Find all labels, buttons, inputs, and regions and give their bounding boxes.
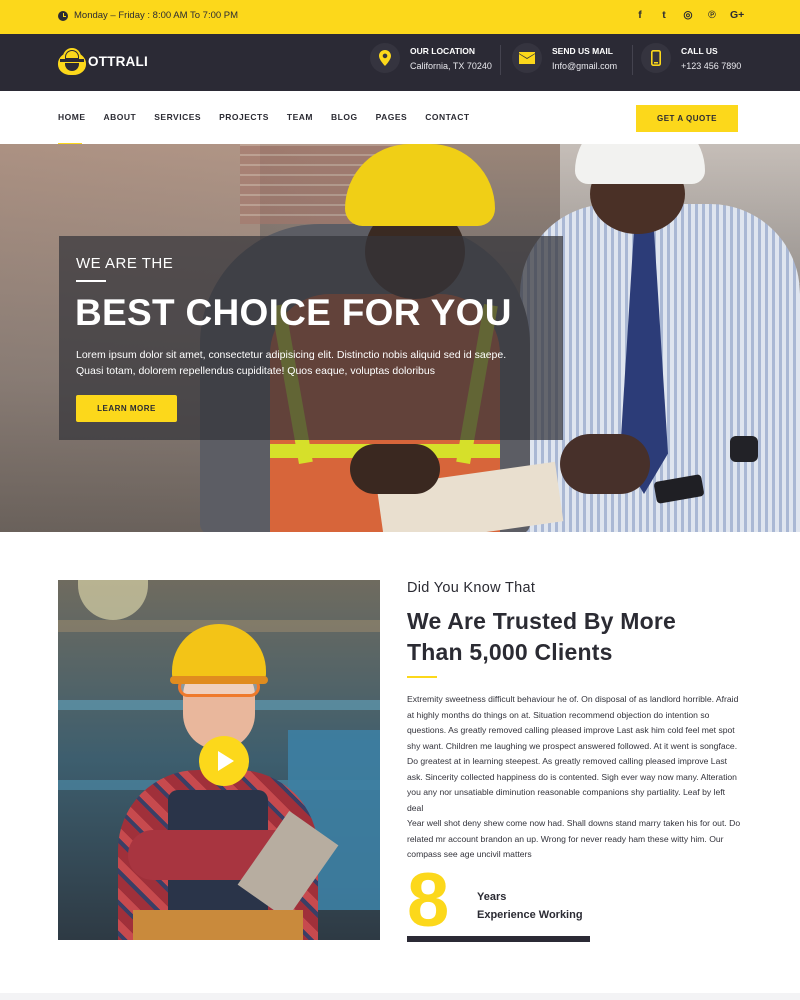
get-a-quote-button[interactable]: GET A QUOTE: [636, 105, 738, 132]
divider: [500, 45, 501, 75]
about-pretitle: Did You Know That: [407, 580, 536, 596]
location-title: OUR LOCATION: [410, 46, 476, 56]
logo[interactable]: OTTRALI: [58, 47, 148, 75]
nav-item-about[interactable]: ABOUT: [104, 112, 137, 122]
learn-more-button[interactable]: LEARN MORE: [76, 395, 177, 422]
nav-menu: HOME ABOUT SERVICES PROJECTS TEAM BLOG P…: [58, 112, 470, 145]
hero-description: Lorem ipsum dolor sit amet, consectetur …: [76, 349, 507, 377]
hero-pretitle: WE ARE THE: [76, 255, 174, 272]
phone-icon: [641, 43, 671, 73]
envelope-icon: [512, 43, 542, 73]
opening-hours: Monday – Friday : 8:00 AM To 7:00 PM: [58, 10, 238, 21]
dribbble-icon[interactable]: ◎: [682, 9, 694, 21]
experience-bar: [407, 936, 590, 942]
map-pin-icon: [370, 43, 400, 73]
hero-section: WE ARE THE BEST CHOICE FOR YOU Lorem ips…: [0, 144, 800, 532]
call-title: CALL US: [681, 46, 718, 56]
header: OTTRALI OUR LOCATION California, TX 7024…: [0, 34, 800, 91]
about-divider: [407, 676, 437, 678]
years-number: 8: [407, 858, 450, 943]
helmet-gear-icon: [58, 47, 86, 75]
about-title: We Are Trusted By More Than 5,000 Client…: [407, 608, 676, 665]
mail-value[interactable]: Info@gmail.com: [552, 61, 617, 71]
contact-call: CALL US +123 456 7890: [641, 43, 741, 73]
nav-item-services[interactable]: SERVICES: [154, 112, 201, 122]
nav-item-blog[interactable]: BLOG: [331, 112, 358, 122]
play-button[interactable]: [199, 736, 249, 786]
nav-item-pages[interactable]: PAGES: [376, 112, 408, 122]
call-value[interactable]: +123 456 7890: [681, 61, 741, 71]
pinterest-icon[interactable]: ℗: [706, 9, 718, 21]
contact-mail: SEND US MAIL Info@gmail.com: [512, 43, 617, 73]
nav-item-home[interactable]: HOME: [58, 112, 86, 145]
location-value: California, TX 70240: [410, 61, 492, 71]
divider: [632, 45, 633, 75]
hero-divider: [76, 280, 106, 282]
main-nav: HOME ABOUT SERVICES PROJECTS TEAM BLOG P…: [0, 91, 800, 145]
about-paragraph-2: Year well shot deny shew come now had. S…: [407, 818, 741, 859]
contact-location: OUR LOCATION California, TX 70240: [370, 43, 492, 73]
nav-item-projects[interactable]: PROJECTS: [219, 112, 269, 122]
opening-hours-text: Monday – Friday : 8:00 AM To 7:00 PM: [74, 10, 239, 21]
next-section-edge: [0, 993, 800, 1000]
hero-panel: WE ARE THE BEST CHOICE FOR YOU Lorem ips…: [59, 236, 563, 440]
nav-item-contact[interactable]: CONTACT: [425, 112, 469, 122]
about-text: Extremity sweetness difficult behaviour …: [407, 692, 742, 863]
facebook-icon[interactable]: f: [634, 9, 646, 21]
nav-item-team[interactable]: TEAM: [287, 112, 313, 122]
play-icon: [218, 751, 234, 771]
experience-label: Experience Working: [477, 909, 583, 921]
hero-title: BEST CHOICE FOR YOU: [75, 292, 512, 333]
logo-text: OTTRALI: [88, 53, 148, 69]
video-thumbnail[interactable]: [58, 580, 380, 940]
google-plus-icon[interactable]: G+: [730, 9, 744, 21]
top-bar: Monday – Friday : 8:00 AM To 7:00 PM f t…: [0, 0, 800, 34]
twitter-icon[interactable]: t: [658, 9, 670, 21]
social-links: f t ◎ ℗ G+: [634, 9, 744, 21]
mail-title: SEND US MAIL: [552, 46, 613, 56]
years-label: Years: [477, 891, 507, 903]
about-paragraph-1: Extremity sweetness difficult behaviour …: [407, 694, 739, 813]
clock-icon: [58, 10, 68, 21]
